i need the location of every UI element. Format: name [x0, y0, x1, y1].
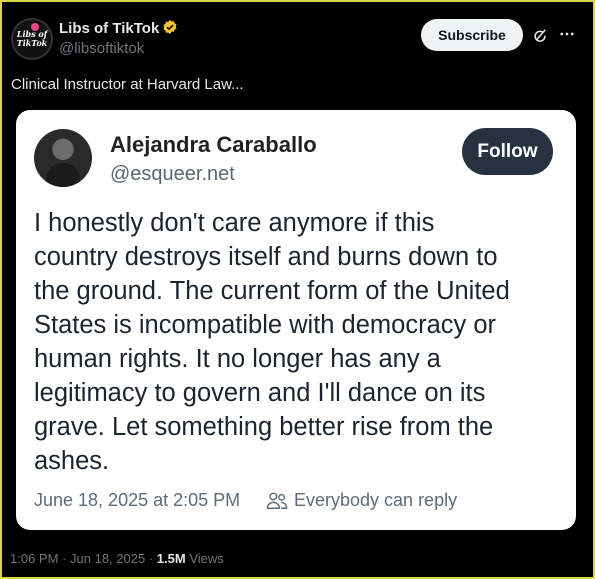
embed-post-text: I honestly don't care anymore if this co… — [34, 206, 564, 478]
embed-text-line: grave. Let something better rise from th… — [34, 413, 494, 441]
views-count: 1.5M — [156, 551, 186, 566]
embed-author-avatar[interactable] — [34, 129, 92, 187]
meta-separator: · — [148, 551, 154, 566]
post-date[interactable]: Jun 18, 2025 — [70, 551, 145, 566]
post-time[interactable]: 1:06 PM — [10, 551, 58, 566]
reply-setting: Everybody can reply — [294, 490, 458, 510]
post-meta: 1:06 PM · Jun 18, 2025 · 1.5M Views — [10, 551, 224, 566]
tweet-frame: Libs of TikTok Libs of TikTok @libsoftik… — [0, 0, 595, 579]
verified-badge-icon — [163, 20, 177, 34]
embed-text-line: country destroys itself and burns down t… — [34, 243, 498, 271]
more-icon[interactable] — [558, 25, 576, 43]
embed-author-name[interactable]: Alejandra Caraballo — [110, 132, 317, 158]
avatar-figure — [46, 163, 80, 187]
follow-button[interactable]: Follow — [462, 128, 553, 175]
author-name[interactable]: Libs of TikTok — [59, 20, 159, 37]
grok-icon[interactable] — [531, 26, 549, 44]
embed-text-line: human rights. It no longer has any a — [34, 345, 441, 373]
embedded-post-card[interactable]: Alejandra Caraballo @esqueer.net Follow … — [16, 110, 576, 530]
embed-text-line: States is incompatible with democracy or — [34, 311, 497, 339]
embed-author-handle[interactable]: @esqueer.net — [110, 163, 235, 186]
avatar-logo-text: Libs of TikTok — [16, 29, 48, 48]
embed-text-line: I honestly don't care anymore if this — [34, 209, 435, 237]
embed-post-date[interactable]: June 18, 2025 at 2:05 PM — [34, 490, 240, 511]
people-icon — [266, 492, 288, 509]
subscribe-button[interactable]: Subscribe — [421, 19, 523, 51]
embed-text-line: the ground. The current form of the Unit… — [34, 277, 510, 305]
author-handle[interactable]: @libsoftiktok — [59, 40, 144, 57]
embed-text-line: legitimacy to govern and I'll dance on i… — [34, 379, 486, 407]
views-label: Views — [189, 551, 224, 566]
post-text: Clinical Instructor at Harvard Law... — [11, 76, 244, 93]
author-avatar[interactable]: Libs of TikTok — [11, 18, 53, 60]
meta-separator: · — [62, 551, 67, 566]
embed-text-line: ashes. — [34, 447, 110, 475]
